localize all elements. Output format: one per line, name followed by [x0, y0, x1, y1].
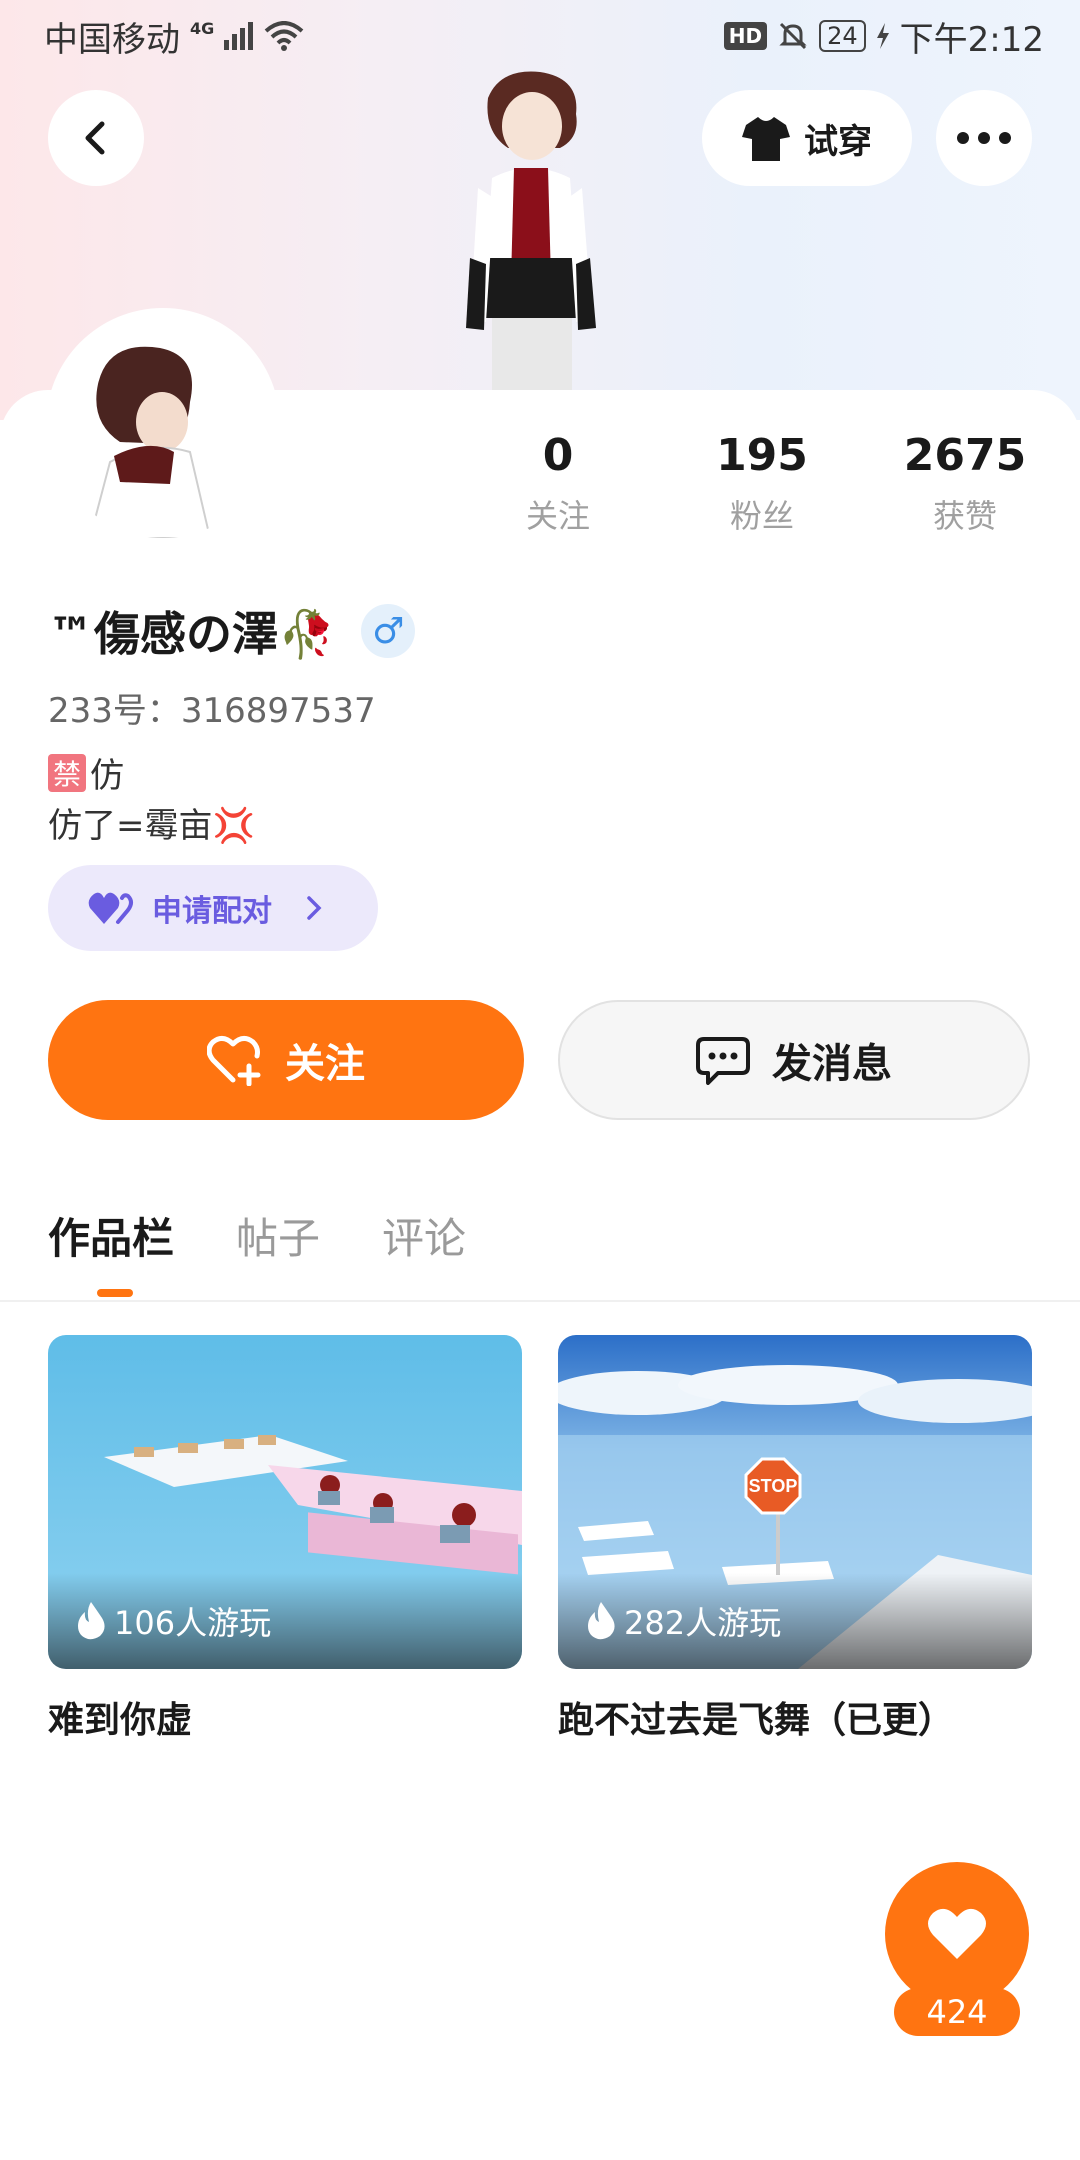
battery-level: 24	[819, 20, 866, 52]
following-label: 关注	[525, 497, 590, 535]
chat-bubble-icon	[696, 1037, 750, 1085]
chevron-right-icon	[307, 896, 322, 920]
pair-request-button[interactable]: 申请配对	[48, 865, 378, 951]
like-profile-button[interactable]	[885, 1862, 1029, 2006]
profile-tabs: 作品栏 帖子 评论	[48, 1205, 466, 1266]
flame-icon	[588, 1602, 615, 1640]
username-row: ™傷感の澤🥀 ♂	[48, 598, 416, 664]
work-title: 难到你虚	[48, 1700, 193, 1741]
stat-following[interactable]: 0 关注	[498, 430, 618, 537]
tab-works[interactable]: 作品栏	[48, 1205, 174, 1266]
status-bar: 中国移动 4G HD 24 下午2:12	[0, 0, 1080, 72]
fans-count: 195	[716, 430, 808, 481]
fans-label: 粉丝	[729, 497, 794, 535]
gender-male-icon: ♂	[361, 604, 416, 658]
wifi-icon	[264, 21, 304, 51]
clock: 下午2:12	[899, 19, 1044, 60]
shirt-icon	[742, 117, 790, 161]
stop-sign-text: STOP	[749, 1476, 798, 1496]
carrier-name: 中国移动	[44, 19, 180, 60]
bio-line-2: 仿了=霉亩💢	[48, 806, 255, 846]
try-on-label: 试穿	[804, 121, 872, 162]
mute-bell-icon	[779, 22, 807, 50]
network-type: 4G	[190, 18, 215, 38]
stat-likes[interactable]: 2675 获赞	[895, 430, 1035, 537]
bio-line-1: 禁 仿	[48, 748, 124, 797]
ban-badge: 禁	[48, 753, 86, 792]
play-count-overlay: 106人游玩	[48, 1573, 522, 1669]
work-card[interactable]: STOP 282人游玩 跑不过去是飞舞（已更）	[558, 1335, 1032, 1743]
play-count: 282人游玩	[624, 1604, 782, 1642]
like-count-badge: 424	[894, 1988, 1020, 2036]
avatar[interactable]	[50, 312, 276, 538]
flame-icon	[78, 1602, 105, 1640]
tabs-divider	[0, 1300, 1080, 1302]
heart-plus-icon	[207, 1036, 261, 1086]
stat-fans[interactable]: 195 粉丝	[702, 430, 822, 537]
following-count: 0	[542, 430, 574, 481]
more-dots-icon	[957, 132, 1011, 144]
username: ™傷感の澤🥀	[48, 607, 336, 661]
chevron-left-icon	[85, 121, 105, 155]
likes-label: 获赞	[932, 497, 997, 535]
back-button[interactable]	[48, 90, 144, 186]
follow-label: 关注	[285, 1041, 365, 1087]
tab-posts[interactable]: 帖子	[236, 1205, 320, 1266]
try-on-button[interactable]: 试穿	[702, 90, 912, 186]
charging-icon	[876, 23, 889, 49]
more-button[interactable]	[936, 90, 1032, 186]
hd-badge: HD	[723, 22, 768, 50]
message-label: 发消息	[772, 1041, 892, 1087]
message-button[interactable]: 发消息	[558, 1000, 1030, 1120]
tab-indicator	[97, 1289, 133, 1297]
bio-line-1-text: 仿	[90, 756, 124, 796]
work-thumbnail: STOP 282人游玩	[558, 1335, 1032, 1669]
pair-label: 申请配对	[152, 894, 272, 929]
avatar-3d-figure	[466, 71, 596, 390]
double-heart-icon	[88, 892, 133, 924]
play-count: 106人游玩	[114, 1604, 272, 1642]
heart-icon	[928, 1908, 986, 1959]
work-title: 跑不过去是飞舞（已更）	[558, 1700, 955, 1741]
work-card[interactable]: 106人游玩 难到你虚	[48, 1335, 522, 1743]
work-thumbnail: 106人游玩	[48, 1335, 522, 1669]
play-count-overlay: 282人游玩	[558, 1573, 1032, 1669]
tab-comments[interactable]: 评论	[382, 1205, 466, 1266]
avatar-portrait	[50, 312, 276, 538]
likes-count: 2675	[903, 430, 1027, 481]
signal-icon	[224, 22, 254, 50]
user-id[interactable]: 233号：316897537	[48, 683, 376, 732]
follow-button[interactable]: 关注	[48, 1000, 524, 1120]
